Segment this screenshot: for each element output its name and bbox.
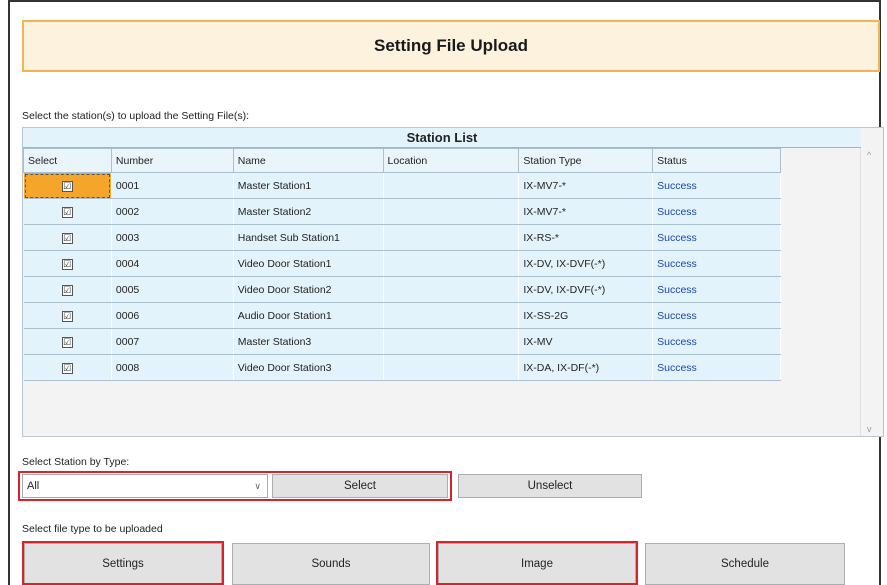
row-select-cell[interactable]: ☑ bbox=[23, 250, 112, 277]
row-station-type: IX-MV bbox=[518, 328, 654, 355]
row-number: 0002 bbox=[111, 198, 234, 225]
row-station-type: IX-RS-* bbox=[518, 224, 654, 251]
table-row[interactable]: ☑ 0006 Audio Door Station1 IX-SS-2G Succ… bbox=[23, 302, 781, 329]
table-row[interactable]: ☑ 0005 Video Door Station2 IX-DV, IX-DVF… bbox=[23, 276, 781, 303]
select-by-type-label: Select Station by Type: bbox=[22, 456, 130, 468]
table-header-row: Select Number Name Location Station Type… bbox=[23, 148, 781, 173]
row-select-cell[interactable]: ☑ bbox=[23, 328, 112, 355]
highlight-settings bbox=[22, 541, 224, 585]
row-location bbox=[383, 354, 520, 381]
row-station-type: IX-DA, IX-DF(-*) bbox=[518, 354, 654, 381]
row-station-type: IX-MV7-* bbox=[518, 172, 654, 199]
row-number: 0004 bbox=[111, 250, 234, 277]
row-location bbox=[383, 302, 520, 329]
column-header-status[interactable]: Status bbox=[652, 148, 781, 173]
row-status: Success bbox=[652, 172, 781, 199]
schedule-button[interactable]: Schedule bbox=[645, 543, 845, 585]
table-row[interactable]: ☑ 0003 Handset Sub Station1 IX-RS-* Succ… bbox=[23, 224, 781, 251]
checkbox[interactable]: ☑ bbox=[61, 284, 73, 296]
highlight-image bbox=[436, 541, 638, 585]
checkbox[interactable]: ☑ bbox=[61, 206, 73, 218]
station-list-title: Station List bbox=[23, 128, 861, 148]
checkbox[interactable]: ☑ bbox=[61, 232, 73, 244]
row-number: 0003 bbox=[111, 224, 234, 251]
row-location bbox=[383, 198, 520, 225]
row-select-cell[interactable]: ☑ bbox=[23, 276, 112, 303]
checkbox[interactable]: ☑ bbox=[61, 180, 73, 192]
select-file-type-label: Select file type to be uploaded bbox=[22, 523, 163, 535]
checkbox[interactable]: ☑ bbox=[61, 336, 73, 348]
sounds-button[interactable]: Sounds bbox=[232, 543, 430, 585]
table-row[interactable]: ☑ 0007 Master Station3 IX-MV Success bbox=[23, 328, 781, 355]
row-station-type: IX-MV7-* bbox=[518, 198, 654, 225]
row-status: Success bbox=[652, 328, 781, 355]
row-select-cell[interactable]: ☑ bbox=[23, 302, 112, 329]
row-location bbox=[383, 328, 520, 355]
row-location bbox=[383, 250, 520, 277]
column-header-number[interactable]: Number bbox=[110, 148, 234, 173]
row-status: Success bbox=[652, 302, 781, 329]
row-station-type: IX-DV, IX-DVF(-*) bbox=[518, 250, 654, 277]
row-number: 0005 bbox=[111, 276, 234, 303]
row-station-type: IX-SS-2G bbox=[518, 302, 654, 329]
row-select-cell[interactable]: ☑ bbox=[23, 354, 112, 381]
row-select-cell[interactable]: ☑ bbox=[23, 224, 112, 251]
row-status: Success bbox=[652, 224, 781, 251]
row-name: Video Door Station3 bbox=[233, 354, 384, 381]
row-station-type: IX-DV, IX-DVF(-*) bbox=[518, 276, 654, 303]
column-header-station-type[interactable]: Station Type bbox=[518, 148, 654, 173]
checkbox[interactable]: ☑ bbox=[61, 310, 73, 322]
row-status: Success bbox=[652, 354, 781, 381]
row-name: Video Door Station2 bbox=[233, 276, 384, 303]
row-name: Audio Door Station1 bbox=[233, 302, 384, 329]
column-header-location[interactable]: Location bbox=[382, 148, 520, 173]
row-number: 0008 bbox=[111, 354, 234, 381]
checkbox[interactable]: ☑ bbox=[61, 258, 73, 270]
row-name: Handset Sub Station1 bbox=[233, 224, 384, 251]
highlight-select-row bbox=[18, 471, 452, 501]
station-table: Select Number Name Location Station Type… bbox=[23, 148, 781, 381]
row-select-cell[interactable]: ☑ bbox=[23, 198, 112, 225]
scroll-down-arrow-icon[interactable]: v bbox=[867, 424, 872, 434]
unselect-button[interactable]: Unselect bbox=[458, 474, 642, 498]
row-location bbox=[383, 276, 520, 303]
row-location bbox=[383, 224, 520, 251]
row-number: 0001 bbox=[111, 172, 234, 199]
page-title-bar: Setting File Upload bbox=[22, 20, 880, 72]
row-number: 0006 bbox=[111, 302, 234, 329]
table-row[interactable]: ☑ 0002 Master Station2 IX-MV7-* Success bbox=[23, 198, 781, 225]
row-select-cell[interactable]: ☑ bbox=[23, 172, 112, 199]
row-location bbox=[383, 172, 520, 199]
column-header-name[interactable]: Name bbox=[232, 148, 384, 173]
column-header-select[interactable]: Select bbox=[23, 148, 112, 173]
row-status: Success bbox=[652, 198, 781, 225]
checkbox[interactable]: ☑ bbox=[61, 362, 73, 374]
row-name: Master Station2 bbox=[233, 198, 384, 225]
row-status: Success bbox=[652, 276, 781, 303]
vertical-scrollbar[interactable]: ^ v bbox=[860, 148, 883, 436]
page-title: Setting File Upload bbox=[374, 36, 528, 55]
row-name: Master Station1 bbox=[233, 172, 384, 199]
station-list-panel: Station List Select Number Name Location… bbox=[22, 127, 884, 437]
table-row[interactable]: ☑ 0004 Video Door Station1 IX-DV, IX-DVF… bbox=[23, 250, 781, 277]
select-stations-instruction: Select the station(s) to upload the Sett… bbox=[22, 110, 250, 122]
table-row[interactable]: ☑ 0008 Video Door Station3 IX-DA, IX-DF(… bbox=[23, 354, 781, 381]
row-status: Success bbox=[652, 250, 781, 277]
row-name: Master Station3 bbox=[233, 328, 384, 355]
table-row[interactable]: ☑ 0001 Master Station1 IX-MV7-* Success bbox=[23, 172, 781, 199]
row-name: Video Door Station1 bbox=[233, 250, 384, 277]
row-number: 0007 bbox=[111, 328, 234, 355]
scroll-up-arrow-icon[interactable]: ^ bbox=[867, 150, 871, 160]
